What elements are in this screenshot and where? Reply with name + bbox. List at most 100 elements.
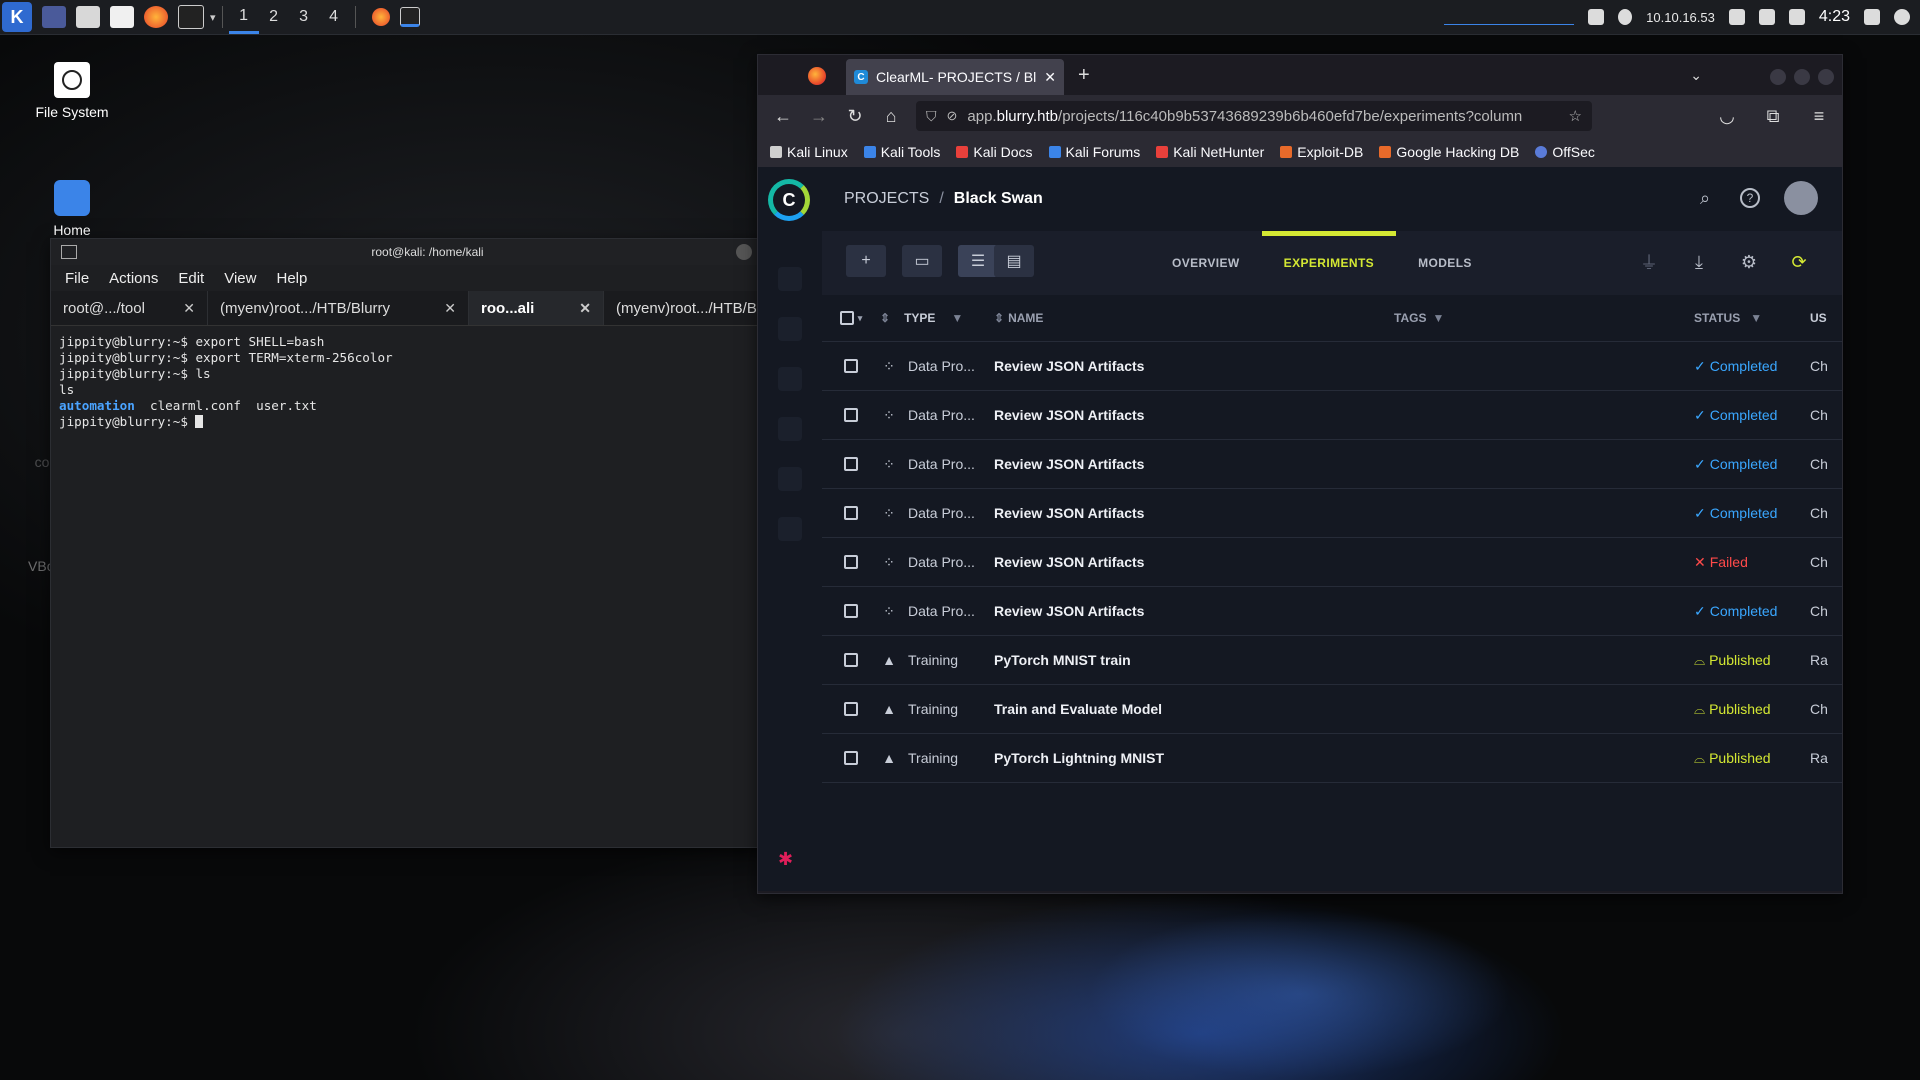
row-name[interactable]: Review JSON Artifacts (994, 407, 1394, 423)
details-view-icon[interactable]: ▤ (994, 245, 1034, 277)
menu-icon[interactable]: ≡ (1808, 105, 1830, 127)
desktop-icon-home[interactable]: Home (12, 180, 132, 238)
column-type[interactable]: ⇕ TYPE ▼ (880, 311, 994, 325)
bookmark-star-icon[interactable]: ☆ (1569, 107, 1582, 125)
power-icon[interactable] (1894, 9, 1910, 25)
workspace-4[interactable]: 4 (319, 0, 349, 34)
table-row[interactable]: ⁘ Data Pro... Review JSON Artifacts ✓ Comple… (822, 440, 1842, 489)
menu-actions[interactable]: Actions (109, 270, 158, 287)
table-row[interactable]: ⁘ Data Pro... Review JSON Artifacts ✓ Comple… (822, 391, 1842, 440)
volume-icon[interactable] (1728, 9, 1745, 25)
terminal-tab[interactable]: (myenv)root.../HTB/Blurry ✕ (208, 291, 469, 325)
bookmark-kali-docs[interactable]: Kali Docs (956, 144, 1033, 160)
text-editor-icon[interactable] (110, 6, 134, 28)
row-name[interactable]: PyTorch MNIST train (994, 652, 1394, 668)
close-icon[interactable]: ✕ (579, 300, 591, 317)
row-checkbox[interactable] (822, 751, 880, 765)
workers-icon[interactable] (778, 517, 802, 541)
reports-icon[interactable] (778, 467, 802, 491)
url-bar[interactable]: ⛉ ⊘ app.blurry.htb/projects/116c40b9b537… (916, 101, 1592, 131)
row-name[interactable]: PyTorch Lightning MNIST (994, 750, 1394, 766)
select-all-checkbox[interactable]: ▾ (822, 311, 880, 325)
reload-icon[interactable]: ↻ (844, 105, 866, 127)
search-icon[interactable]: ⌕ (1694, 187, 1716, 209)
close-icon[interactable]: ✕ (1044, 69, 1056, 86)
breadcrumb-projects[interactable]: PROJECTS (844, 190, 929, 208)
browser-tab-active[interactable]: C ClearML- PROJECTS / Bla ✕ (846, 59, 1064, 95)
row-checkbox[interactable] (822, 702, 880, 716)
filter-icon[interactable]: ▼ (1432, 311, 1444, 325)
workspace-1[interactable]: 1 (228, 0, 259, 34)
forward-icon[interactable]: → (808, 105, 830, 127)
bookmark-offsec[interactable]: OffSec (1535, 144, 1595, 160)
lock-icon[interactable] (1864, 9, 1880, 25)
column-name[interactable]: ⇕ NAME (994, 311, 1394, 325)
column-tags[interactable]: TAGS ▼ (1394, 311, 1694, 325)
filter-icon[interactable]: ▼ (951, 311, 963, 325)
extensions-icon[interactable]: ⧉ (1762, 105, 1784, 127)
row-checkbox[interactable] (822, 653, 880, 667)
row-name[interactable]: Review JSON Artifacts (994, 603, 1394, 619)
bookmark-kali-forums[interactable]: Kali Forums (1048, 144, 1140, 160)
minimize-button[interactable] (1770, 69, 1786, 85)
terminal-window-button[interactable] (399, 7, 420, 27)
chevron-down-icon[interactable]: ▾ (210, 11, 216, 24)
avatar[interactable] (1784, 181, 1818, 215)
filter-icon[interactable]: ▼ (1750, 311, 1762, 325)
menu-file[interactable]: File (65, 270, 89, 287)
slack-icon[interactable]: ✱ (778, 849, 800, 871)
row-name[interactable]: Review JSON Artifacts (994, 554, 1394, 570)
row-checkbox[interactable] (822, 359, 880, 373)
add-experiment-button[interactable]: + (846, 245, 886, 277)
column-user[interactable]: US (1810, 311, 1840, 325)
projects-icon[interactable] (778, 317, 802, 341)
bookmark-google-hacking-db[interactable]: Google Hacking DB (1379, 144, 1519, 160)
table-row[interactable]: ▲ Training PyTorch Lightning MNIST ⌓ Publish… (822, 734, 1842, 783)
desktop-icon[interactable] (42, 6, 66, 28)
breadcrumb-current[interactable]: Black Swan (954, 190, 1043, 208)
terminal-output[interactable]: jippity@blurry:~$ export SHELL=bash jippi… (51, 326, 804, 438)
terminal-icon[interactable] (178, 5, 204, 29)
bookmark-exploit-db[interactable]: Exploit-DB (1280, 144, 1363, 160)
column-status[interactable]: STATUS ▼ (1694, 311, 1810, 325)
row-name[interactable]: Review JSON Artifacts (994, 358, 1394, 374)
lock-icon[interactable]: ⊘ (947, 108, 958, 124)
terminal-tab-active[interactable]: roo...ali ✕ (469, 291, 604, 325)
battery-icon[interactable] (1788, 9, 1805, 25)
table-row[interactable]: ▲ Training PyTorch MNIST train ⌓ Published Ra (822, 636, 1842, 685)
row-checkbox[interactable] (822, 506, 880, 520)
new-tab-button[interactable]: + (1078, 64, 1090, 87)
file-manager-icon[interactable] (76, 6, 100, 28)
chevron-down-icon[interactable]: ⌄ (1690, 67, 1702, 84)
table-row[interactable]: ⁘ Data Pro... Review JSON Artifacts ✓ Comple… (822, 342, 1842, 391)
auto-refresh-icon[interactable]: ⟳ (1788, 251, 1810, 273)
monitor-icon[interactable] (1588, 9, 1605, 25)
firefox-icon[interactable] (144, 6, 168, 28)
desktop-icon-filesystem[interactable]: File System (12, 62, 132, 120)
workspace-3[interactable]: 3 (289, 0, 319, 34)
home-icon[interactable]: ⌂ (880, 105, 902, 127)
minimize-button[interactable] (736, 244, 752, 260)
pocket-icon[interactable]: ◡ (1716, 105, 1738, 127)
workspace-2[interactable]: 2 (259, 0, 289, 34)
table-row[interactable]: ▲ Training Train and Evaluate Model ⌓ Publis… (822, 685, 1842, 734)
bookmark-kali-linux[interactable]: Kali Linux (770, 144, 848, 160)
row-checkbox[interactable] (822, 457, 880, 471)
row-checkbox[interactable] (822, 604, 880, 618)
terminal-tab[interactable]: root@.../tool ✕ (51, 291, 208, 325)
close-icon[interactable]: ✕ (183, 300, 195, 317)
clearml-logo[interactable]: C (768, 179, 810, 221)
datasets-icon[interactable] (778, 367, 802, 391)
menu-help[interactable]: Help (276, 270, 307, 287)
bookmark-kali-tools[interactable]: Kali Tools (863, 144, 940, 160)
row-checkbox[interactable] (822, 408, 880, 422)
row-name[interactable]: Review JSON Artifacts (994, 505, 1394, 521)
tab-experiments[interactable]: EXPERIMENTS (1261, 231, 1397, 295)
firefox-window-button[interactable] (371, 8, 390, 26)
shield-icon[interactable]: ⛉ (926, 108, 937, 125)
close-icon[interactable]: ✕ (444, 300, 456, 317)
tab-models[interactable]: MODELS (1396, 231, 1494, 295)
back-icon[interactable]: ← (772, 105, 794, 127)
dashboard-icon[interactable] (778, 267, 802, 291)
clock[interactable]: 4:23 (1819, 8, 1850, 26)
